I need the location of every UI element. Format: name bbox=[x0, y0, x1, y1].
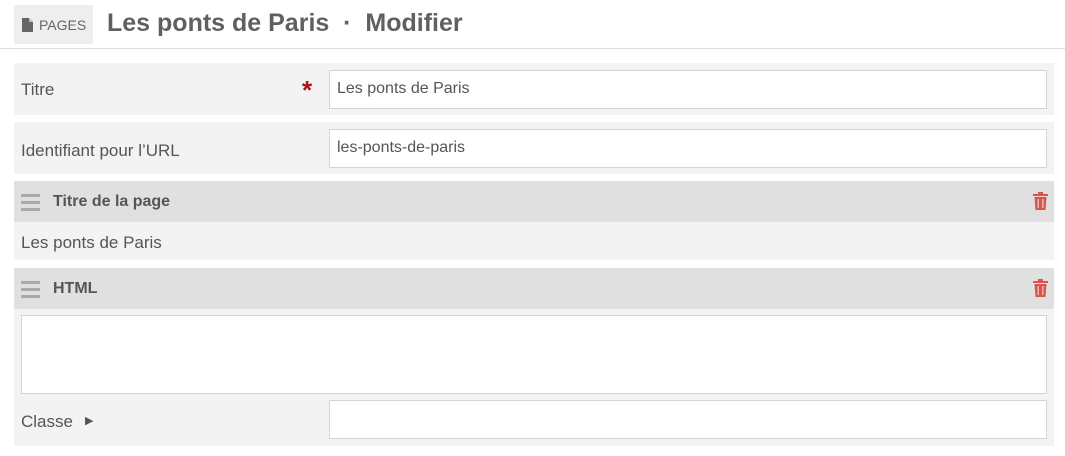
classe-label[interactable]: Classe bbox=[21, 412, 73, 432]
required-icon: * bbox=[302, 75, 313, 105]
trash-icon[interactable] bbox=[1033, 192, 1048, 210]
drag-handle-icon[interactable] bbox=[21, 194, 40, 215]
block-title: HTML bbox=[53, 280, 98, 297]
block-body-html: Classe ▶ bbox=[14, 309, 1054, 446]
slug-label: Identifiant pour l’URL bbox=[21, 141, 180, 160]
titre-label: Titre bbox=[21, 80, 55, 99]
titre-input[interactable]: Les ponts de Paris bbox=[329, 70, 1047, 109]
caret-right-icon[interactable]: ▶ bbox=[85, 414, 93, 427]
page-title: Les ponts de Paris · Modifier bbox=[107, 9, 463, 37]
breadcrumb-label: PAGES bbox=[39, 16, 87, 33]
field-slug: Identifiant pour l’URL les-ponts-de-pari… bbox=[14, 122, 1054, 174]
file-icon bbox=[22, 17, 33, 32]
block-content: Les ponts de Paris bbox=[21, 233, 162, 252]
block-header-titre: Titre de la page bbox=[14, 181, 1054, 222]
breadcrumb-pages[interactable]: PAGES bbox=[14, 5, 93, 44]
field-titre: Titre * Les ponts de Paris bbox=[14, 63, 1054, 115]
page-header: PAGES Les ponts de Paris · Modifier bbox=[0, 0, 1065, 49]
block-title: Titre de la page bbox=[53, 193, 171, 210]
block-body-titre: Les ponts de Paris bbox=[14, 222, 1054, 260]
slug-input[interactable]: les-ponts-de-paris bbox=[329, 129, 1047, 168]
block-header-html: HTML bbox=[14, 268, 1054, 309]
classe-input[interactable] bbox=[329, 400, 1047, 439]
drag-handle-icon[interactable] bbox=[21, 281, 40, 302]
html-textarea[interactable] bbox=[21, 315, 1047, 394]
trash-icon[interactable] bbox=[1033, 279, 1048, 297]
